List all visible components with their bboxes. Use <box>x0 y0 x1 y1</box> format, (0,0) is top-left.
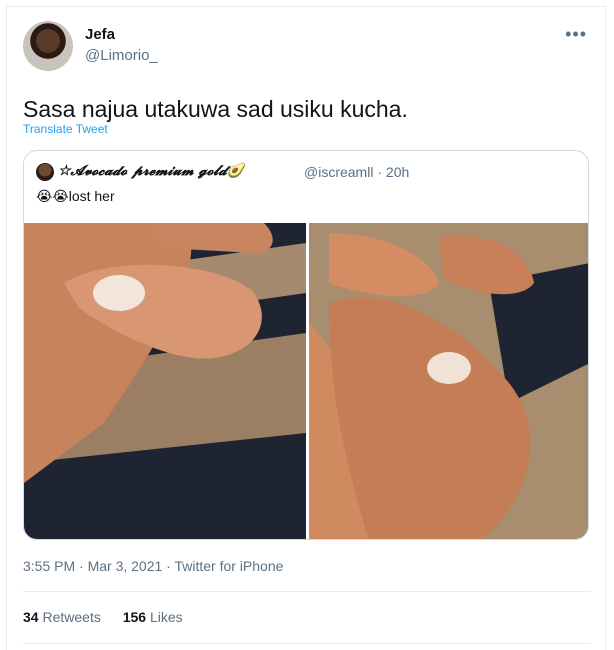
author-handle[interactable]: @Limorio_ <box>85 47 158 64</box>
quoted-author-name: ☆𝓐𝓿𝓸𝓬𝓪𝓭𝓸 𝓹𝓻𝓮𝓶𝓲𝓾𝓶 𝓰𝓸𝓵𝓭🥑 <box>58 163 245 179</box>
tweet-text: Sasa najua utakuwa sad usiku kucha. <box>23 96 408 122</box>
quoted-photo-1[interactable] <box>24 223 306 539</box>
translate-tweet-link[interactable]: Translate Tweet <box>23 122 108 136</box>
quoted-author-avatar <box>36 163 54 181</box>
quoted-author-handle: @iscreamll <box>304 164 374 180</box>
quoted-photo-2[interactable] <box>309 223 588 539</box>
quoted-meta: @iscreamll · 20h <box>304 164 409 180</box>
tweet-timestamp[interactable]: 3:55 PM · Mar 3, 2021 · Twitter for iPho… <box>23 558 283 574</box>
likes-label: Likes <box>149 609 183 625</box>
more-options-icon[interactable]: ••• <box>565 25 587 43</box>
likes-stat[interactable]: 156 Likes <box>123 609 183 625</box>
quoted-text: 😭😭lost her <box>36 188 115 204</box>
quoted-tweet[interactable]: ☆𝓐𝓿𝓸𝓬𝓪𝓭𝓸 𝓹𝓻𝓮𝓶𝓲𝓾𝓶 𝓰𝓸𝓵𝓭🥑 @iscreamll · 20h … <box>23 150 589 540</box>
tweet-card: Jefa @Limorio_ ••• Sasa najua utakuwa sa… <box>6 6 606 650</box>
quoted-separator: · <box>377 164 383 180</box>
divider <box>23 643 591 644</box>
divider <box>23 591 591 592</box>
tweet-stats: 34 Retweets 156 Likes <box>23 609 201 625</box>
likes-count: 156 <box>122 609 147 625</box>
retweets-count: 34 <box>23 609 39 625</box>
author-name[interactable]: Jefa <box>85 26 115 43</box>
author-avatar[interactable] <box>23 21 73 71</box>
retweets-label: Retweets <box>42 609 101 625</box>
quoted-age: 20h <box>385 164 410 180</box>
retweets-stat[interactable]: 34 Retweets <box>23 609 101 625</box>
